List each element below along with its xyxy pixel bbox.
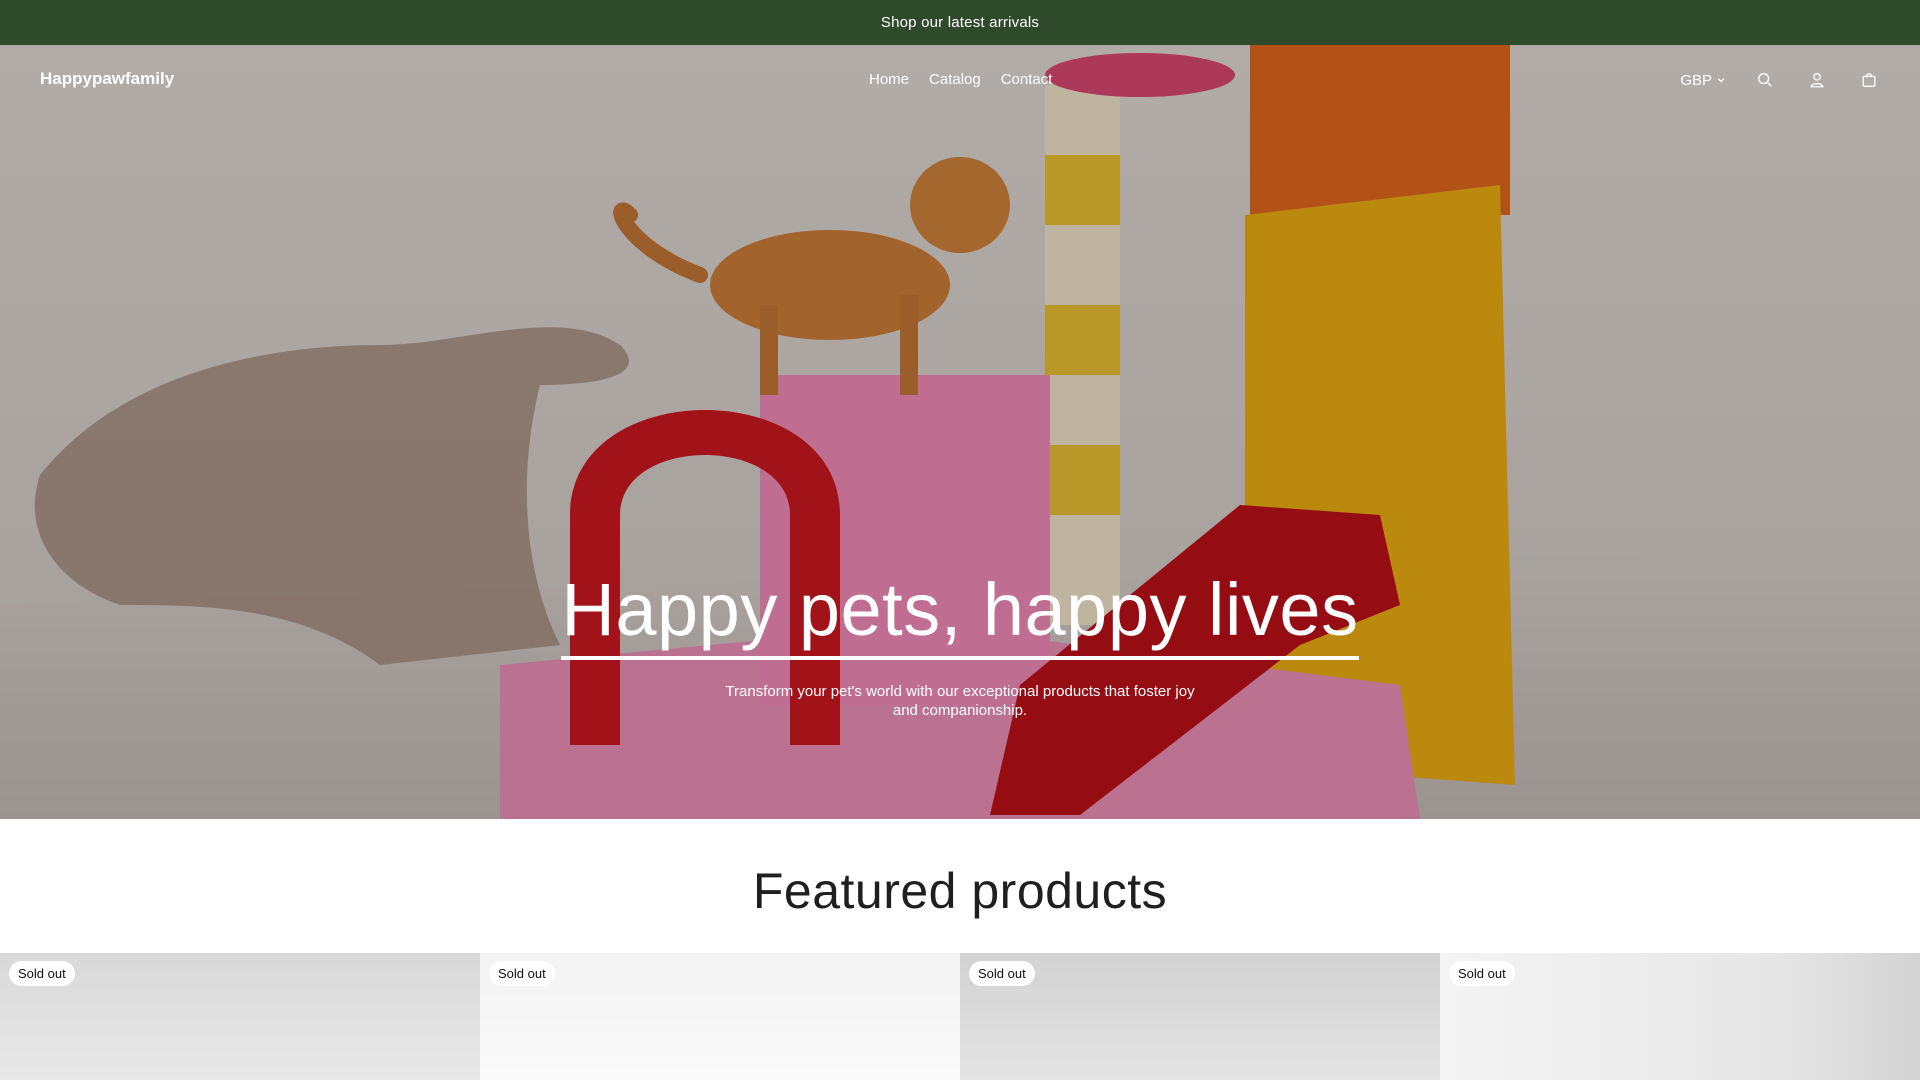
nav-catalog[interactable]: Catalog <box>929 71 981 88</box>
sold-out-badge: Sold out <box>1449 961 1515 986</box>
brand-logo[interactable]: Happypawfamily <box>40 69 174 89</box>
hero-title: Happy pets, happy lives <box>561 570 1359 660</box>
cart-icon <box>1862 73 1876 87</box>
search-icon <box>1757 72 1772 87</box>
sold-out-badge: Sold out <box>9 961 75 986</box>
product-card[interactable]: Sold out <box>0 953 480 1080</box>
nav-contact[interactable]: Contact <box>1001 71 1053 88</box>
account-button[interactable] <box>1802 65 1832 95</box>
product-card[interactable]: Sold out <box>1440 953 1920 1080</box>
site-header: Happypawfamily Home Catalog Contact GBP <box>0 45 1920 115</box>
currency-label: GBP <box>1680 71 1712 89</box>
header-tools: GBP <box>1678 65 1884 95</box>
announcement-link[interactable]: Shop our latest arrivals <box>881 14 1039 31</box>
nav-home[interactable]: Home <box>869 71 909 88</box>
account-icon <box>1810 73 1824 88</box>
currency-selector[interactable]: GBP <box>1678 68 1728 93</box>
featured-products-title: Featured products <box>752 863 1168 919</box>
chevron-down-icon <box>1717 78 1725 83</box>
sold-out-badge: Sold out <box>489 961 555 986</box>
hero-subtitle: Transform your pet's world with our exce… <box>725 683 1195 719</box>
product-grid: Sold out Sold out Sold out Sold out <box>0 953 1920 1080</box>
announcement-bar: Shop our latest arrivals <box>0 0 1920 45</box>
product-card[interactable]: Sold out <box>480 953 960 1080</box>
hero-content: Happy pets, happy lives Transform your p… <box>0 570 1920 720</box>
main-nav: Home Catalog Contact <box>869 71 1052 88</box>
product-card[interactable]: Sold out <box>960 953 1440 1080</box>
search-button[interactable] <box>1750 65 1780 95</box>
cart-button[interactable] <box>1854 65 1884 95</box>
sold-out-badge: Sold out <box>969 961 1035 986</box>
